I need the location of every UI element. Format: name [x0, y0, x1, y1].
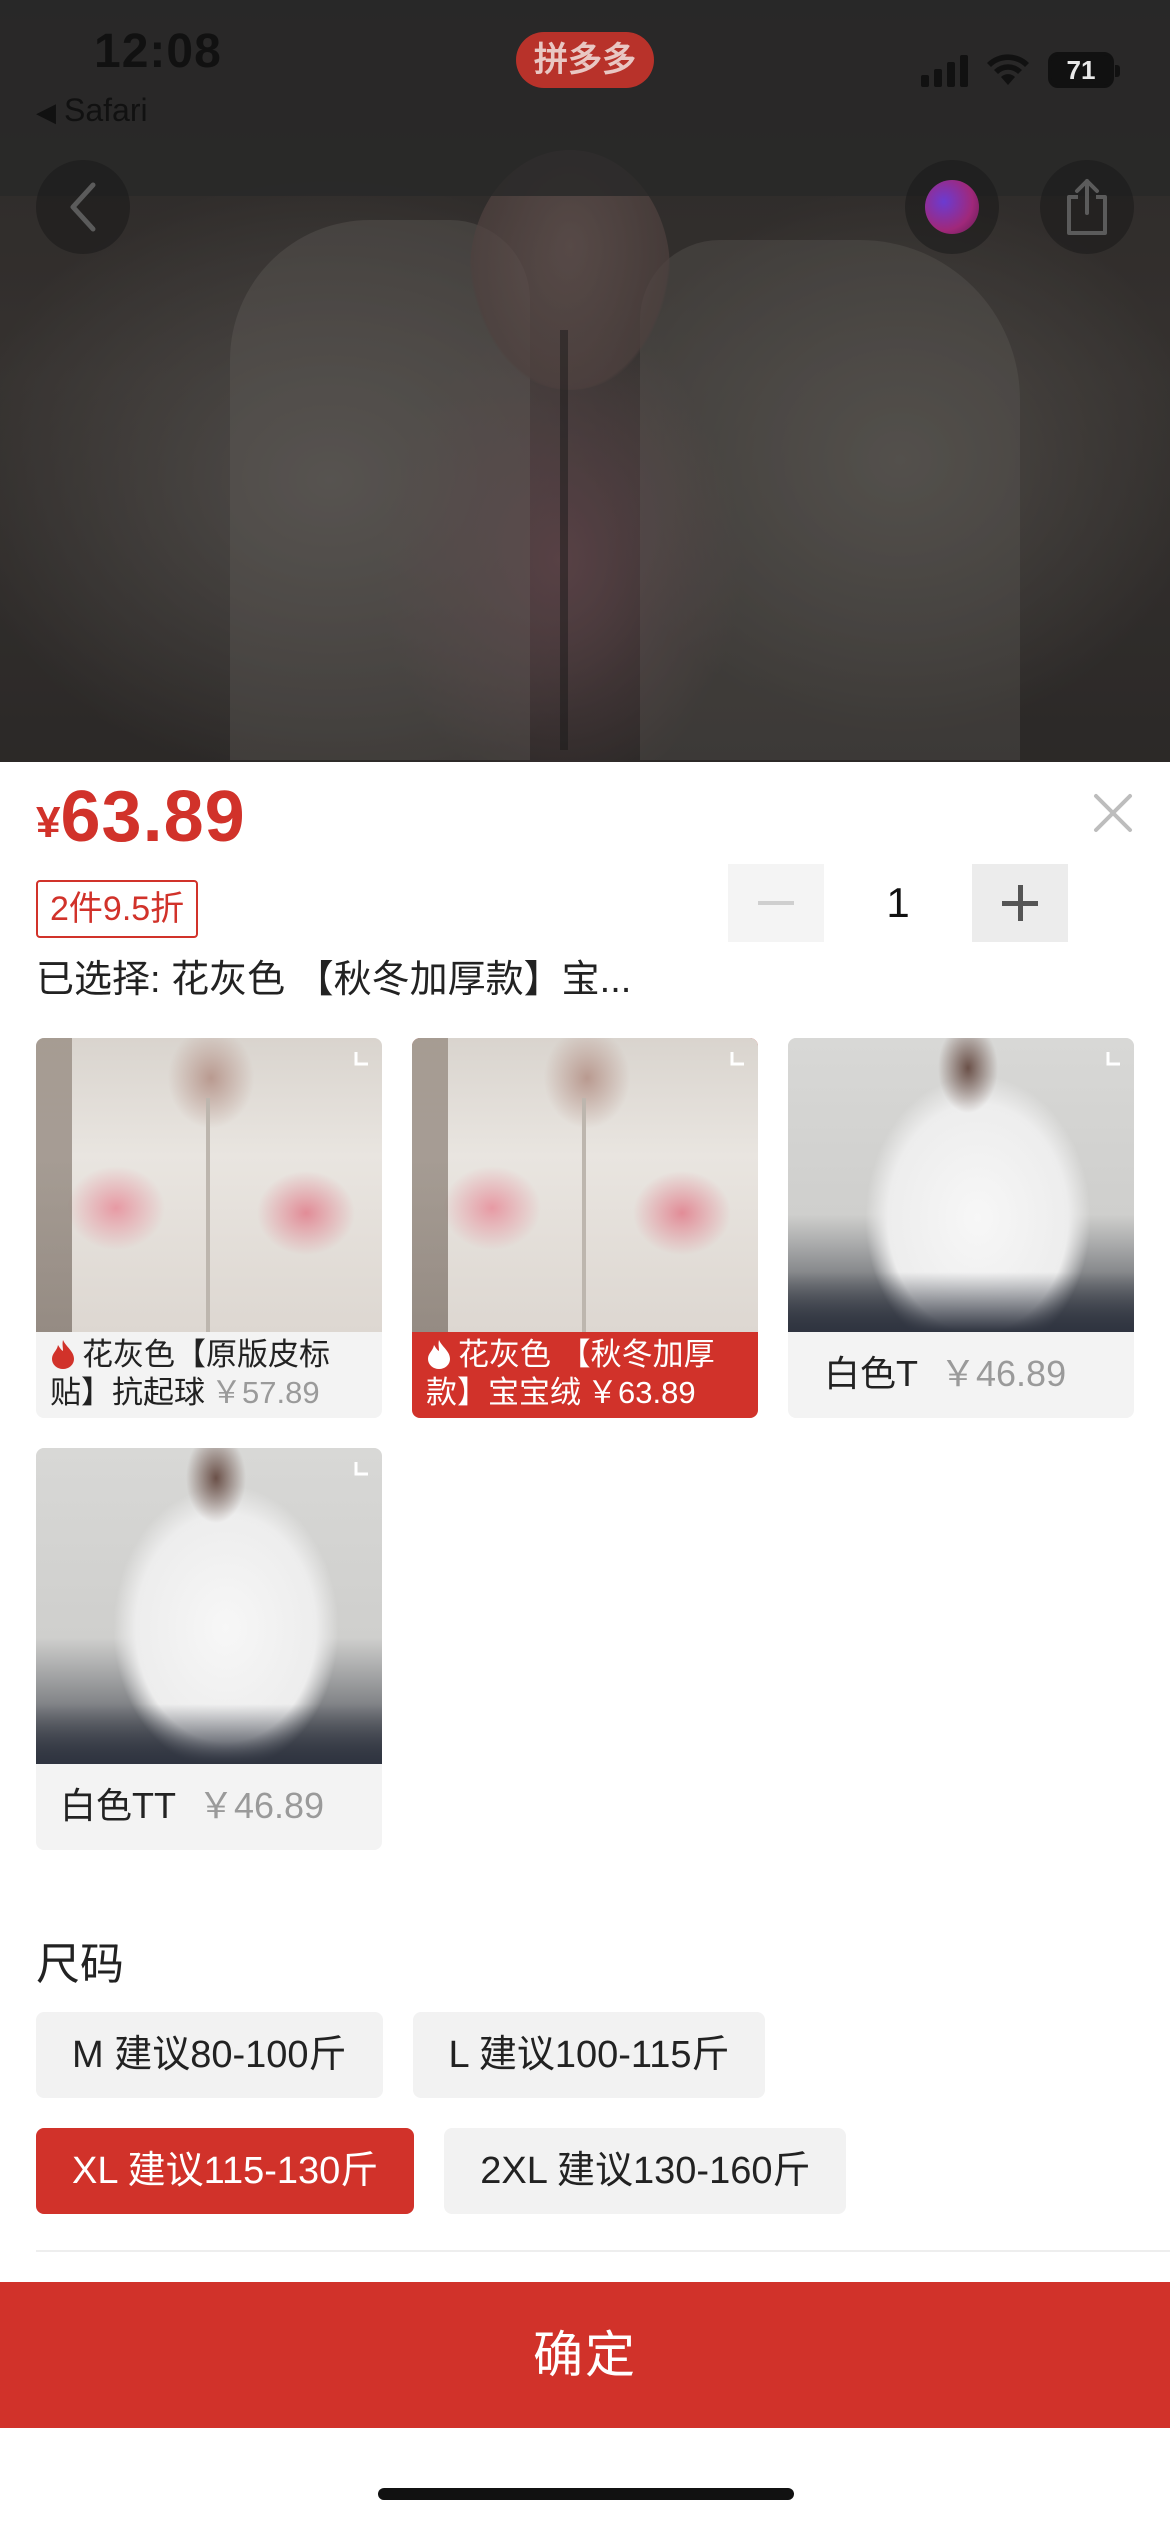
expand-icon[interactable]: [720, 1042, 754, 1076]
variant-label: 花灰色【原版皮标贴】抗起球 ￥57.89: [36, 1332, 382, 1418]
variant-image: [36, 1038, 382, 1332]
variant-label: 白色TT ￥46.89: [36, 1764, 382, 1850]
system-icons: 71: [921, 52, 1120, 88]
variant-card[interactable]: 白色T ￥46.89: [788, 1038, 1134, 1418]
variant-grid: 花灰色【原版皮标贴】抗起球 ￥57.89 花灰色 【秋冬加厚款】宝宝绒 ￥63.89…: [36, 1038, 1136, 1850]
size-option-xl[interactable]: XL 建议115-130斤: [36, 2128, 415, 2214]
variant-card[interactable]: 白色TT ￥46.89: [36, 1448, 382, 1850]
price-currency: ¥: [36, 798, 61, 847]
wifi-icon: [987, 54, 1029, 85]
variant-price: ￥63.89: [587, 1375, 696, 1410]
price: ¥63.89: [36, 776, 246, 858]
back-triangle-icon: ◀: [36, 97, 56, 127]
size-options: M 建议80-100斤 L 建议100-115斤 XL 建议115-130斤 2…: [36, 2012, 1136, 2244]
variant-card[interactable]: 花灰色【原版皮标贴】抗起球 ￥57.89: [36, 1038, 382, 1418]
variant-image: [788, 1038, 1134, 1332]
home-indicator[interactable]: [378, 2488, 794, 2500]
sku-selection-sheet: ¥63.89 2件9.5折 1 已选择: 花灰色 【秋冬加厚款】宝... 花灰色…: [0, 762, 1170, 2532]
divider: [36, 2250, 1170, 2252]
expand-icon[interactable]: [344, 1042, 378, 1076]
minus-icon: [758, 901, 794, 905]
battery-icon: 71: [1048, 52, 1120, 88]
size-section-title: 尺码: [36, 1940, 124, 1989]
size-option-l[interactable]: L 建议100-115斤: [412, 2012, 766, 2098]
size-option-2xl[interactable]: 2XL 建议130-160斤: [444, 2128, 847, 2214]
app-logo: 拼多多: [516, 32, 654, 88]
assistant-orb-icon: [925, 180, 979, 234]
back-app-label: Safari: [64, 92, 148, 128]
expand-icon[interactable]: [344, 1452, 378, 1486]
quantity-value[interactable]: 1: [824, 879, 972, 927]
quantity-increment-button[interactable]: [972, 864, 1068, 942]
variant-image: [412, 1038, 758, 1332]
close-icon: [1094, 794, 1132, 832]
quantity-decrement-button[interactable]: [728, 864, 824, 942]
back-button[interactable]: [36, 160, 130, 254]
back-to-app-link[interactable]: ◀ Safari: [36, 92, 148, 129]
back-arrow-icon: [70, 182, 96, 232]
variant-card-selected[interactable]: 花灰色 【秋冬加厚款】宝宝绒 ￥63.89: [412, 1038, 758, 1418]
status-time: 12:08: [94, 25, 222, 78]
plus-icon: [1002, 885, 1038, 921]
discount-tag: 2件9.5折: [36, 880, 199, 938]
share-icon: [1067, 179, 1107, 235]
variant-label: 白色T ￥46.89: [788, 1332, 1134, 1418]
variant-name: 白色T: [824, 1353, 918, 1394]
flame-icon: [428, 1340, 450, 1369]
selected-summary: 已选择: 花灰色 【秋冬加厚款】宝...: [36, 959, 632, 1001]
flame-icon: [52, 1340, 74, 1369]
assistant-button[interactable]: [905, 160, 999, 254]
variant-price: ￥46.89: [940, 1353, 1067, 1394]
close-button[interactable]: [1086, 786, 1140, 840]
confirm-button[interactable]: 确定: [0, 2282, 1170, 2428]
variant-price: ￥46.89: [197, 1785, 325, 1826]
expand-icon[interactable]: [1096, 1042, 1130, 1076]
price-amount: 63.89: [60, 777, 246, 857]
variant-price: ￥57.89: [211, 1375, 320, 1410]
variant-name: 白色TT: [60, 1785, 176, 1826]
variant-image: [36, 1448, 382, 1764]
status-bar: 12:08 ◀ Safari 拼多多 71: [0, 0, 1170, 196]
signal-icon: [921, 53, 968, 87]
share-button[interactable]: [1040, 160, 1134, 254]
size-option-m[interactable]: M 建议80-100斤: [36, 2012, 383, 2098]
variant-label: 花灰色 【秋冬加厚款】宝宝绒 ￥63.89: [412, 1332, 758, 1418]
quantity-stepper: 1: [728, 864, 1068, 942]
